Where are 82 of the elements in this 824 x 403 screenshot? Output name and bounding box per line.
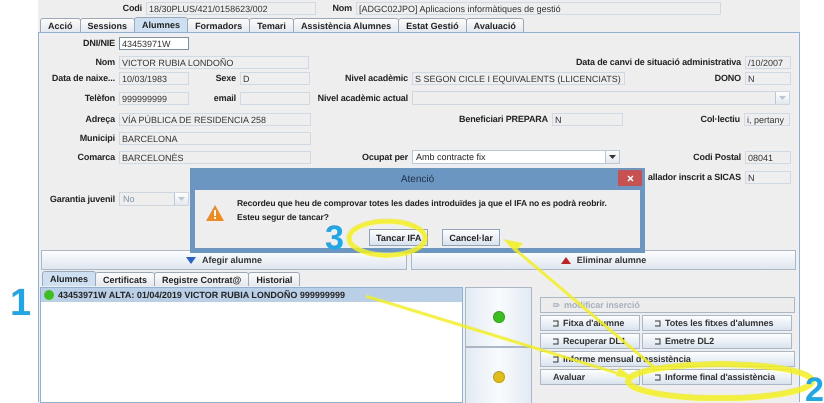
tab[interactable]: Historial xyxy=(248,272,300,286)
tab[interactable]: Registre Contrat@ xyxy=(154,272,250,286)
tab[interactable]: Assistència Alumnes xyxy=(292,18,400,32)
text-field[interactable]: S SEGON CICLE I EQUIVALENTS (LLICENCIATS) xyxy=(412,72,625,84)
tab[interactable]: Acció xyxy=(40,18,81,32)
tab[interactable]: Alumnes xyxy=(134,17,188,32)
text-field[interactable]: 43453971W xyxy=(119,36,189,50)
action-button[interactable]: Totes les fitxes d'alumnes xyxy=(642,315,792,331)
text-field[interactable]: /10/2007 xyxy=(745,56,791,68)
text-field[interactable]: BARCELONA xyxy=(119,132,311,144)
dialog-message: Esteu segur de tancar? xyxy=(237,211,330,224)
tab[interactable]: Avaluació xyxy=(466,18,524,32)
field-label: Codi xyxy=(122,2,143,15)
up-triangle-icon xyxy=(560,256,571,264)
text-field[interactable]: 08041 xyxy=(745,150,791,164)
tab[interactable]: Certificats xyxy=(95,272,156,286)
list-row[interactable]: 43453971W ALTA: 01/04/2019 VICTOR RUBIA LONDOÑO 999999999 xyxy=(41,288,462,302)
field-label: Col·lectiu xyxy=(699,112,741,126)
step-number: 2 xyxy=(805,373,824,403)
dropdown[interactable]: Amb contracte fix xyxy=(412,150,620,164)
field-label: Adreça xyxy=(84,112,116,126)
field-label: Garantia juvenil xyxy=(48,192,116,206)
field-label: Beneficiari PREPARA xyxy=(458,112,549,126)
text-field[interactable]: 10/03/1983 xyxy=(119,72,189,84)
text-field[interactable]: VICTOR RUBIA LONDOÑO xyxy=(119,56,309,68)
dialog-button[interactable]: Cancel·lar xyxy=(442,229,500,246)
text-field[interactable]: D xyxy=(240,72,310,84)
bracket-icon xyxy=(553,320,559,326)
tab[interactable]: Temari xyxy=(249,18,294,32)
dialog-message: Recordeu que heu de comprovar totes les dades introduïdes ja que el IFA no es podrà reobrir. xyxy=(237,197,607,210)
pencil-icon xyxy=(553,302,560,308)
text-field[interactable]: 18/30PLUS/421/0158623/002 xyxy=(146,2,316,15)
text-field[interactable]: N xyxy=(745,170,791,184)
field-label: Comarca xyxy=(76,150,116,164)
bracket-icon xyxy=(655,338,661,344)
bracket-icon xyxy=(655,320,661,326)
dialog-button[interactable]: Tancar IFA xyxy=(369,229,428,246)
field-label: Nom xyxy=(94,56,116,68)
field-label: Nom xyxy=(331,2,353,15)
field-label: Ocupat per xyxy=(360,150,409,164)
field-label: Data de naixe... xyxy=(50,72,116,84)
action-button[interactable]: Informe final d'assistència xyxy=(642,369,792,385)
caret-icon xyxy=(178,197,185,201)
field-label: DNI/NIE xyxy=(82,36,116,50)
status-button[interactable] xyxy=(465,287,532,347)
down-triangle-icon xyxy=(186,256,196,264)
text-field[interactable]: 999999999 xyxy=(119,92,189,104)
field-label: Codi Postal xyxy=(692,150,742,164)
text-field[interactable]: [ADGC02JPO] Aplicacions informàtiques de gestió xyxy=(356,2,721,15)
step-number: 1 xyxy=(10,284,32,322)
tab[interactable]: Alumnes xyxy=(42,271,96,286)
field-label: DONO xyxy=(714,72,742,84)
field-label: email xyxy=(212,92,237,104)
text-field[interactable]: N xyxy=(552,112,623,126)
row-text: 43453971W ALTA: 01/04/2019 VICTOR RUBIA LONDOÑO 999999999 xyxy=(58,290,345,300)
field-label: Nivel acadèmic actual xyxy=(316,92,409,104)
bracket-icon xyxy=(553,356,559,362)
close-button[interactable] xyxy=(618,170,642,186)
text-field[interactable]: N xyxy=(745,72,791,84)
action-button[interactable]: Emetre DL2 xyxy=(642,333,792,349)
action-button[interactable]: Eliminar alumne xyxy=(411,250,796,270)
dialog-title: Atenció xyxy=(400,174,436,184)
field-label: allador inscrit a SICAS xyxy=(646,170,742,184)
text-field[interactable]: i, pertany xyxy=(744,112,790,126)
text-field[interactable]: VÍA PÚBLICA DE RESIDENCIA 258 xyxy=(119,112,311,126)
tab[interactable]: Sessions xyxy=(80,18,136,32)
field-label: Sexe xyxy=(214,72,237,84)
status-button[interactable] xyxy=(465,347,532,403)
tab[interactable]: Estat Gestió xyxy=(398,18,467,32)
field-label: Data de canvi de situació administrativa xyxy=(574,56,742,68)
caret-icon xyxy=(609,155,616,159)
tab[interactable]: Formadors xyxy=(187,18,250,32)
field-label: Nivel acadèmic xyxy=(344,72,409,84)
text-field[interactable]: BARCELONÈS xyxy=(119,150,311,164)
bracket-icon xyxy=(553,338,559,344)
caret-icon xyxy=(779,96,786,100)
close-icon xyxy=(626,174,634,182)
field-label: Municipi xyxy=(78,132,116,144)
text-field[interactable] xyxy=(240,92,310,104)
field-label: Telèfon xyxy=(84,92,116,104)
bracket-icon xyxy=(655,374,661,380)
warning-icon xyxy=(205,204,225,222)
